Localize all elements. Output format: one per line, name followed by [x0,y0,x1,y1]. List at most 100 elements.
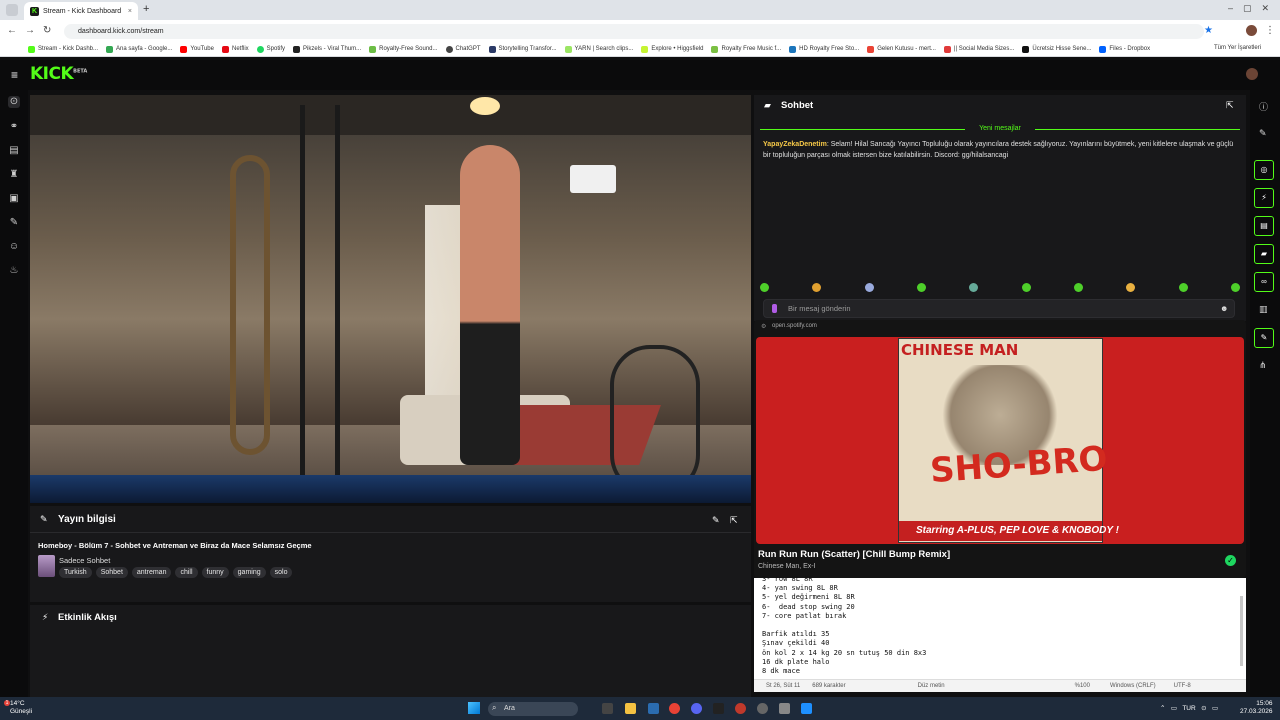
bookmark-item[interactable]: Stream - Kick Dashb... [28,45,98,53]
wrench-icon[interactable]: ✎ [1254,328,1274,348]
bookmark-item[interactable]: Royalty Free Music f... [711,45,781,53]
bookmark-item[interactable]: Files - Dropbox [1099,45,1150,53]
chat-username[interactable]: YapayZekaDenetim [763,141,827,148]
close-tab-icon[interactable]: × [128,8,132,15]
windows-start-icon[interactable] [468,702,480,714]
message-icon[interactable]: ▰ [1254,244,1274,264]
badge-icon[interactable] [772,304,777,313]
layout-icon[interactable]: ▣ [8,193,20,205]
bookmark-item[interactable]: || Social Media Sizes... [943,45,1014,53]
notepad-text[interactable]: 3- row 8L 8R 4- yan swing 8L 8R 5- yel değ… [762,575,926,676]
language-indicator[interactable]: TUR [1182,705,1195,712]
link-icon[interactable]: ∞ [1254,272,1274,292]
system-tray[interactable]: ⌃ ▭ TUR ⊙ ▭ [1160,704,1218,712]
tag[interactable]: solo [269,567,293,578]
song-title[interactable]: Run Run Run (Scatter) [Chill Bump Remix] [758,549,950,560]
app-icon[interactable] [735,703,746,714]
bookmark-item[interactable]: Royalty-Free Sound... [369,45,438,53]
bookmark-item[interactable]: ChatGPT [445,45,481,53]
chart-icon[interactable]: ▤ [8,145,20,157]
tag[interactable]: antreman [131,567,172,578]
bookmark-item[interactable]: Spotify [256,45,285,53]
note-icon[interactable]: ▤ [1254,216,1274,236]
emote-icon[interactable] [1073,283,1083,292]
store-icon[interactable] [648,703,659,714]
layers-icon[interactable]: ▥ [1259,304,1268,315]
emote-icon[interactable] [1021,283,1031,292]
weather-widget[interactable]: 14°C Güneşli [10,700,32,716]
settings-icon[interactable] [757,703,768,714]
stream-video-preview[interactable] [30,95,751,503]
all-bookmarks-link[interactable]: Tüm Yer İşaretleri [1214,45,1262,51]
tag[interactable]: gaming [232,567,266,578]
window-controls[interactable]: –▢✕ [1228,3,1279,14]
emote-icon[interactable] [760,283,769,292]
forward-icon[interactable]: → [25,25,35,36]
browser-menu-icon[interactable]: ⋮ [1265,25,1275,36]
emote-icon[interactable] [1178,283,1188,292]
notepad-icon[interactable] [801,703,812,714]
chat-message-text: Selam! Hilal Sancağı Yayıncı Topluluğu o… [763,141,1234,159]
bookmark-item[interactable]: YouTube [180,45,214,53]
lightning-icon[interactable]: ⚡ [1254,188,1274,208]
file-explorer-icon[interactable] [625,703,636,714]
share-icon[interactable]: ⋔ [1259,360,1267,371]
profile-avatar[interactable] [1246,25,1257,36]
tag[interactable]: Turkish [59,567,92,578]
bookmark-item[interactable]: Ana sayfa - Google... [106,45,172,53]
tab-menu-icon[interactable] [6,4,18,16]
wrench-icon[interactable]: ✎ [8,217,20,229]
tag[interactable]: Sohbet [95,567,128,578]
hamburger-menu-icon[interactable]: ≡ [11,68,18,82]
note-line [762,621,926,630]
browser-tab[interactable]: K Stream - Kick Dashboard × [24,2,138,20]
link-icon[interactable]: ⚭ [8,121,20,133]
back-icon[interactable]: ← [7,25,17,36]
song-artist[interactable]: Chinese Man, Ex-I [758,563,816,570]
emote-icon[interactable] [1230,283,1240,292]
tag[interactable]: chill [175,567,198,578]
popout-icon[interactable]: ⇱ [730,515,738,526]
stream-category[interactable]: Sadece Sohbet [59,556,110,565]
user-avatar[interactable] [1246,68,1258,80]
bookmark-item[interactable]: HD Royalty Free Sto... [789,45,859,53]
bookmark-item[interactable]: Explore • Higgsfield [641,45,703,53]
kick-logo[interactable]: KICKBETA [30,64,87,84]
url-input[interactable]: dashboard.kick.com/stream [64,24,1204,39]
emote-icon[interactable] [1126,283,1136,292]
bookmark-item[interactable]: Netflix [221,45,249,53]
edit-icon[interactable]: ✎ [712,515,720,526]
bookmark-item[interactable]: Pikzels - Viral Thum... [293,45,361,53]
camera-icon[interactable]: ◎ [1254,160,1274,180]
bookmark-item[interactable]: YARN | Search clips... [564,45,633,53]
pencil-icon[interactable]: ✎ [1259,128,1267,139]
emoji-icon[interactable]: ☻ [1220,304,1228,313]
task-view-icon[interactable] [602,703,613,714]
taskbar-clock[interactable]: 15:06 27.03.2026 [1240,700,1273,716]
chrome-icon[interactable] [669,703,680,714]
bookmark-item[interactable]: Storytelling Transfor... [488,45,557,53]
popout-chat-icon[interactable]: ⇱ [1226,100,1234,111]
emote-icon[interactable] [864,283,874,292]
tag[interactable]: funny [201,567,229,578]
bookmark-star-icon[interactable]: ★ [1204,25,1213,36]
notepad-scrollbar[interactable] [1240,596,1243,666]
reload-icon[interactable]: ↻ [43,25,51,36]
category-thumbnail[interactable] [38,555,55,577]
users-icon[interactable]: ☺ [8,241,20,253]
obs-icon[interactable] [713,703,724,714]
info-icon[interactable]: ⓘ [1259,100,1268,113]
trophy-icon[interactable]: ♜ [8,169,20,181]
bookmark-item[interactable]: Ücretsiz Hisse Sene... [1022,45,1091,53]
emote-icon[interactable] [812,283,822,292]
new-tab-button[interactable]: + [143,3,149,15]
broadcast-icon[interactable]: ⊙ [8,96,20,108]
taskbar-search[interactable]: Ara [488,702,578,716]
app-icon[interactable] [779,703,790,714]
emote-icon[interactable] [969,283,979,292]
emote-icon[interactable] [916,283,926,292]
tools-icon[interactable]: ♨ [8,265,20,277]
discord-icon[interactable] [691,703,702,714]
saved-check-icon[interactable]: ✓ [1225,555,1236,566]
bookmark-item[interactable]: Gelen Kutusu - mert... [867,45,936,53]
